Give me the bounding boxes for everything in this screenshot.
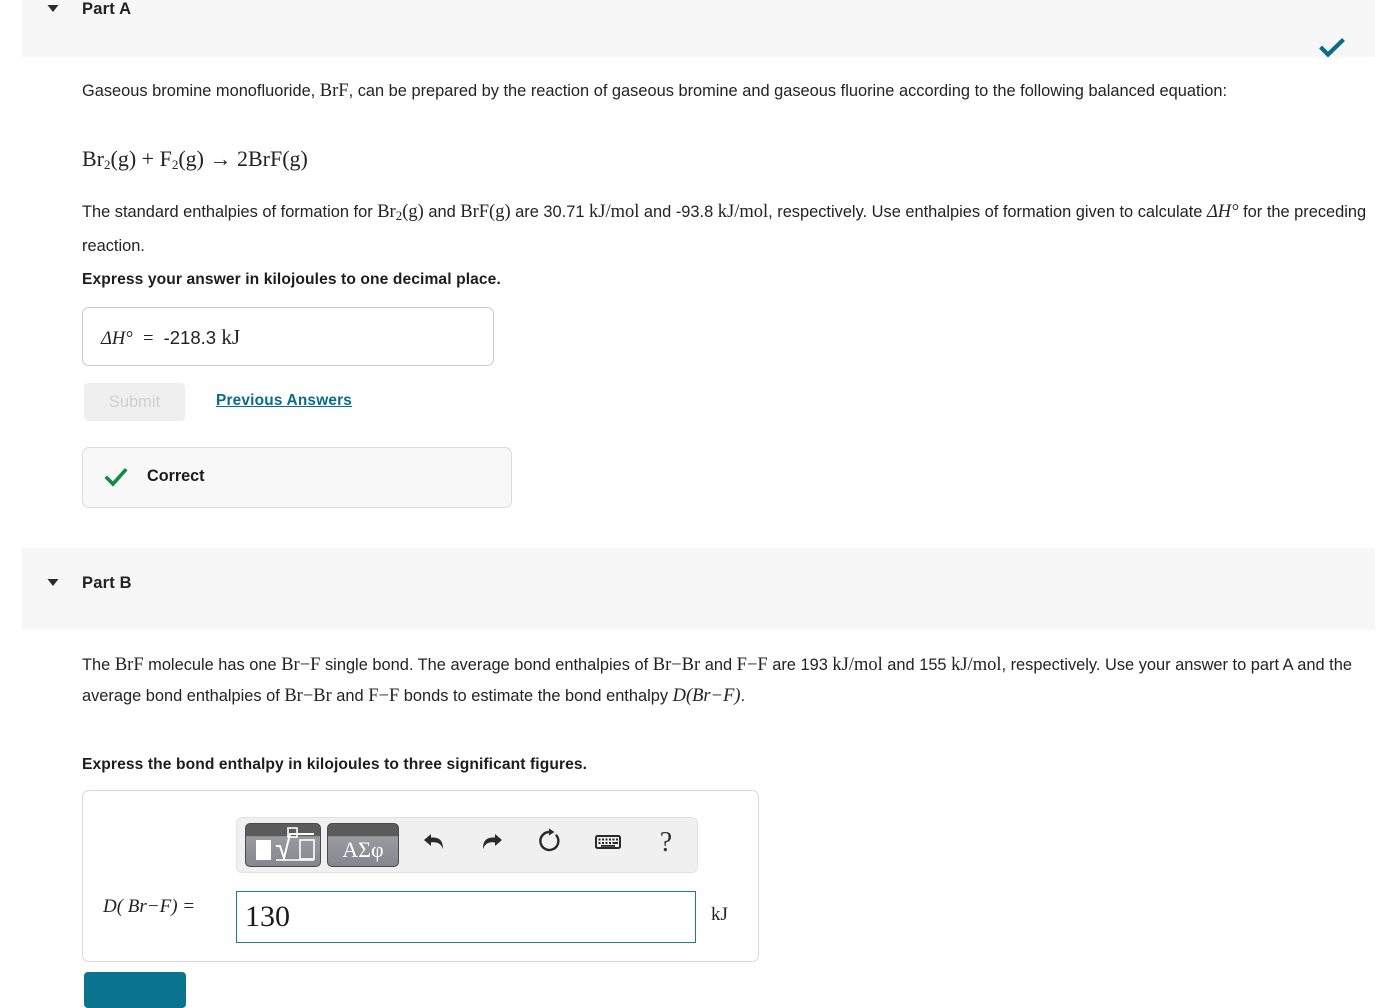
eq-plus: + bbox=[141, 146, 155, 171]
para-b-brf: BrF bbox=[114, 655, 144, 675]
para-b-unit-1: kJ/mol bbox=[832, 655, 883, 675]
eq-reactant-1: Br bbox=[82, 146, 104, 171]
part-a-instruction: Express your answer in kilojoules to one… bbox=[82, 271, 501, 288]
para-a2-seg3: are 30.71 bbox=[510, 203, 589, 221]
eq-product-coeff: 2 bbox=[236, 146, 248, 171]
part-a-answer-value: -218.3 bbox=[163, 327, 217, 348]
part-a-status-check-icon bbox=[1318, 36, 1346, 60]
para-b-bond-enthalpy-symbol: D(Br−F) bbox=[672, 686, 741, 706]
part-b-answer-prefix: D( Br−F) = bbox=[103, 896, 195, 918]
para-b-seg3: single bond. The average bond enthalpies… bbox=[320, 656, 653, 674]
eq-reactant-1-state: (g) bbox=[110, 146, 137, 171]
part-a-submit-button[interactable]: Submit bbox=[84, 383, 185, 421]
para-b-seg8: and bbox=[331, 687, 369, 705]
para-a1-seg2: , can be prepared by the reaction of gas… bbox=[348, 82, 1227, 100]
feedback-label: Correct bbox=[147, 467, 205, 485]
part-a-balanced-equation: Br2(g) + F2(g) → 2BrF(g) bbox=[82, 145, 1377, 179]
para-b-ff-2: F−F bbox=[368, 686, 400, 706]
para-b-seg10: . bbox=[740, 687, 746, 705]
para-a2-delta-h-symbol: ΔH° bbox=[1206, 202, 1239, 222]
para-b-seg5: are 193 bbox=[767, 656, 833, 674]
para-a1-seg1: Gaseous bromine monofluoride, bbox=[82, 82, 320, 100]
part-b-answer-prefix-text: D( Br−F) = bbox=[103, 896, 196, 917]
part-a-answer-display[interactable]: ΔH° = -218.3 kJ bbox=[82, 307, 494, 366]
question-mark-icon[interactable]: ? bbox=[649, 826, 683, 860]
para-b-brf-bond: Br−F bbox=[281, 655, 321, 675]
para-b-seg1: The bbox=[82, 656, 115, 674]
para-a2-unit-2: kJ/mol bbox=[717, 202, 769, 222]
part-b-header-band: Part B bbox=[22, 548, 1375, 630]
para-a2-species-1: Br bbox=[377, 202, 396, 222]
para-b-seg6: and 155 bbox=[882, 656, 952, 674]
eq-product: BrF bbox=[247, 146, 283, 171]
para-a2-seg4: and -93.8 bbox=[639, 203, 718, 221]
part-b-answer-panel: ΑΣφ ? D(Br−F) = 130 kJ bbox=[82, 790, 759, 962]
part-b-answer-input[interactable] bbox=[236, 891, 696, 943]
part-a-answer-symbol: ΔH° = bbox=[101, 329, 164, 349]
part-a-feedback-box: Correct bbox=[82, 447, 512, 508]
para-a1-formula: BrF bbox=[319, 81, 349, 101]
para-a2-seg1: The standard enthalpies of formation for bbox=[82, 203, 378, 221]
part-a-paragraph-2: The standard enthalpies of formation for… bbox=[82, 197, 1377, 262]
para-a2-unit-1: kJ/mol bbox=[589, 202, 640, 222]
undo-arrow-icon[interactable] bbox=[417, 826, 451, 860]
para-b-ff-1: F−F bbox=[736, 655, 768, 675]
para-a2-species-1-state: (g) bbox=[402, 202, 424, 222]
part-a-collapse-toggle[interactable] bbox=[44, 1, 62, 19]
reset-circular-arrow-icon[interactable] bbox=[533, 826, 567, 860]
eq-arrow: → bbox=[209, 146, 232, 171]
redo-arrow-icon[interactable] bbox=[475, 826, 509, 860]
part-b-paragraph: The BrF molecule has one Br−F single bon… bbox=[82, 650, 1377, 712]
para-b-brbr-2: Br−Br bbox=[284, 686, 332, 706]
part-b-answer-unit: kJ bbox=[711, 904, 728, 925]
part-b-collapse-toggle[interactable] bbox=[44, 575, 62, 593]
help-label: ? bbox=[659, 827, 673, 858]
math-greek-symbols-button[interactable]: ΑΣφ bbox=[327, 823, 399, 867]
part-a-title: Part A bbox=[82, 0, 132, 18]
math-editor-toolbar: ΑΣφ ? bbox=[236, 817, 698, 873]
para-a2-seg5: , respectively. Use enthalpies of format… bbox=[768, 203, 1207, 221]
part-b-title: Part B bbox=[82, 574, 132, 592]
keyboard-icon[interactable] bbox=[591, 826, 625, 860]
part-a-answer-text: ΔH° = -218.3 kJ bbox=[101, 325, 240, 350]
para-b-unit-2: kJ/mol bbox=[951, 655, 1002, 675]
eq-reactant-2-state: (g) bbox=[178, 146, 204, 171]
eq-product-state: (g) bbox=[282, 146, 308, 171]
math-greek-symbols-label: ΑΣφ bbox=[342, 837, 384, 862]
part-a-answer-unit: kJ bbox=[221, 325, 241, 349]
part-b-submit-button[interactable] bbox=[84, 972, 186, 1008]
para-b-seg9: bonds to estimate the bond enthalpy bbox=[399, 687, 673, 705]
part-a-paragraph-1: Gaseous bromine monofluoride, BrF, can b… bbox=[82, 76, 1377, 107]
para-b-seg2: molecule has one bbox=[143, 656, 282, 674]
part-a-previous-answers-link[interactable]: Previous Answers bbox=[216, 392, 352, 410]
part-b-instruction: Express the bond enthalpy in kilojoules … bbox=[82, 756, 588, 773]
eq-reactant-2: F bbox=[159, 146, 172, 171]
part-a-header-band: Part A bbox=[22, 0, 1375, 57]
para-b-brbr-1: Br−Br bbox=[652, 655, 701, 675]
math-template-button[interactable] bbox=[245, 823, 321, 867]
para-a2-species-2: BrF(g) bbox=[460, 202, 511, 222]
para-b-seg4: and bbox=[700, 656, 737, 674]
feedback-check-icon bbox=[104, 466, 128, 490]
para-a2-seg2: and bbox=[423, 203, 461, 221]
